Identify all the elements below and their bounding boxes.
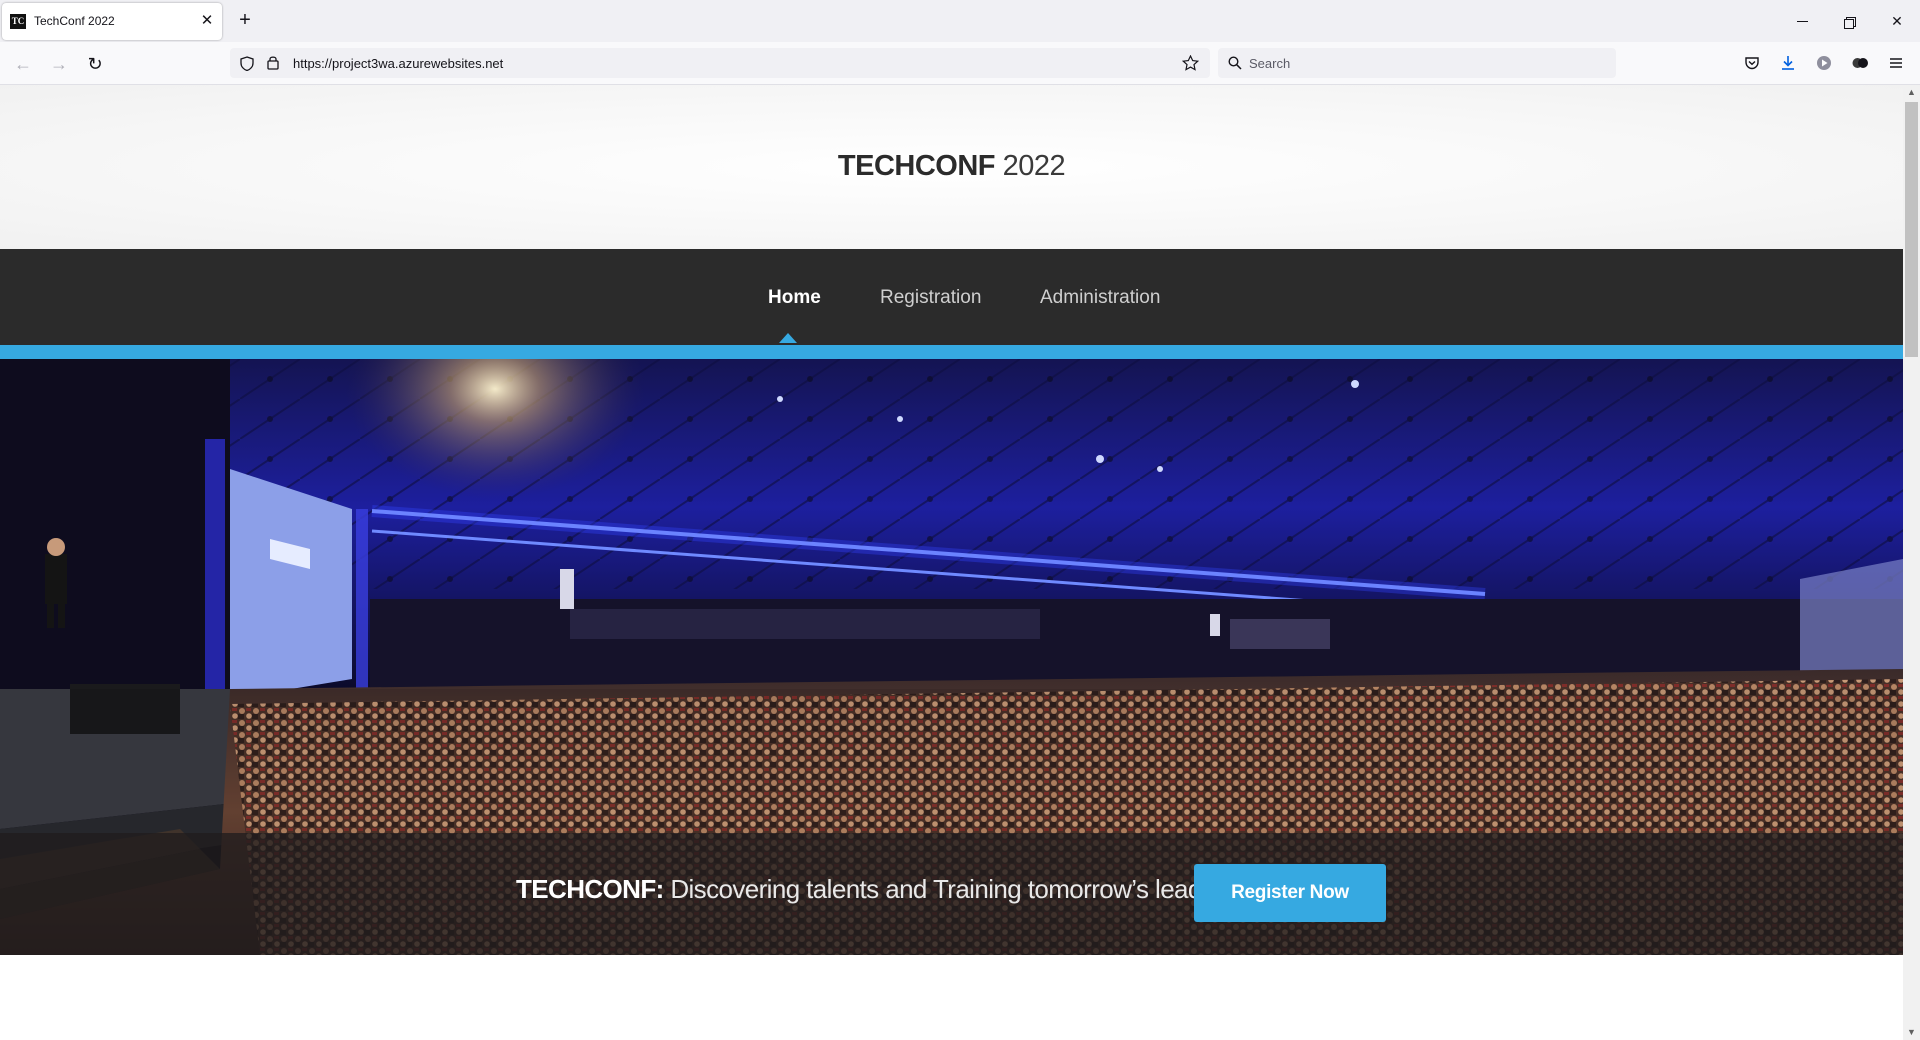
site-title[interactable]: TECHCONF 2022 — [0, 150, 1903, 183]
tab-close-icon[interactable]: ✕ — [198, 12, 216, 30]
tab-title: TechConf 2022 — [34, 14, 115, 28]
site-header: TECHCONF 2022 — [0, 85, 1903, 249]
page-scrollbar[interactable]: ▲ ▼ — [1903, 85, 1920, 1040]
window-minimize-button[interactable] — [1788, 8, 1818, 34]
window-restore-button[interactable] — [1835, 8, 1865, 34]
forward-arrow-icon[interactable]: → — [48, 53, 70, 75]
nav-link-home[interactable]: Home — [768, 287, 821, 309]
extension-play-icon[interactable] — [1814, 53, 1834, 73]
browser-tab[interactable]: TC TechConf 2022 ✕ — [2, 3, 222, 40]
tab-favicon-icon: TC — [10, 14, 26, 29]
browser-toolbar: ← → ↻ https://project3wa.azurewebsites.n… — [0, 42, 1920, 85]
bookmark-star-icon[interactable] — [1182, 55, 1199, 71]
hero-tagline-brand: TECHCONF: — [516, 874, 664, 904]
search-placeholder: Search — [1249, 56, 1291, 71]
scroll-up-arrow-icon[interactable]: ▲ — [1903, 85, 1920, 100]
new-tab-button[interactable]: + — [235, 10, 255, 30]
site-title-year: 2022 — [1002, 150, 1066, 182]
hero-banner: TECHCONF: Discovering talents and Traini… — [0, 833, 1903, 955]
shield-icon[interactable] — [240, 56, 254, 71]
address-bar[interactable]: https://project3wa.azurewebsites.net — [230, 48, 1210, 78]
browser-tab-strip: TC TechConf 2022 ✕ + ✕ — [0, 0, 1920, 42]
extension-icon[interactable] — [1850, 53, 1870, 73]
hero-tagline-text: Discovering talents and Training tomorro… — [670, 874, 1237, 904]
menu-hamburger-icon[interactable] — [1886, 53, 1906, 73]
pocket-icon[interactable] — [1742, 53, 1762, 73]
accent-strip — [0, 345, 1903, 359]
lock-icon[interactable] — [267, 55, 279, 70]
scrollbar-thumb[interactable] — [1905, 102, 1918, 357]
nav-link-registration[interactable]: Registration — [880, 287, 981, 309]
active-nav-indicator — [779, 333, 797, 343]
register-now-button[interactable]: Register Now — [1194, 864, 1386, 922]
hero-section: TECHCONF: Discovering talents and Traini… — [0, 359, 1903, 955]
search-bar[interactable]: Search — [1218, 48, 1616, 78]
window-close-button[interactable]: ✕ — [1882, 8, 1912, 34]
site-title-brand: TECHCONF — [837, 150, 996, 182]
url-text[interactable]: https://project3wa.azurewebsites.net — [293, 56, 503, 71]
scroll-down-arrow-icon[interactable]: ▼ — [1903, 1025, 1920, 1040]
hero-tagline: TECHCONF: Discovering talents and Traini… — [516, 874, 1237, 905]
downloads-icon[interactable] — [1778, 53, 1798, 73]
back-arrow-icon[interactable]: ← — [12, 53, 34, 75]
reload-icon[interactable]: ↻ — [84, 53, 106, 75]
search-icon — [1228, 56, 1242, 70]
page-viewport: TECHCONF 2022 Home Registration Administ… — [0, 85, 1903, 1040]
site-navigation: Home Registration Administration — [0, 249, 1903, 345]
nav-link-administration[interactable]: Administration — [1040, 287, 1160, 309]
